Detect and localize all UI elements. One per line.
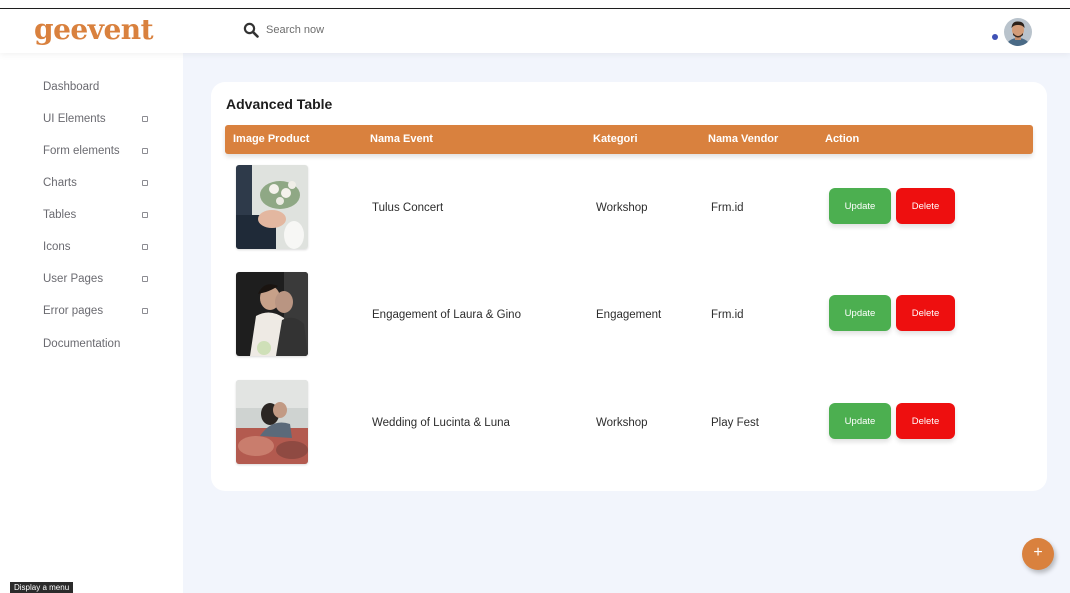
sidebar-item-icons[interactable]: Icons: [43, 237, 163, 257]
event-name: Tulus Concert: [372, 202, 444, 214]
sidebar-item-label: User Pages: [43, 273, 104, 285]
card-title: Advanced Table: [226, 96, 333, 112]
sidebar-item-form-elements[interactable]: Form elements: [43, 141, 163, 161]
sidebar-item-tables[interactable]: Tables: [43, 205, 163, 225]
sidebar-item-ui-elements[interactable]: UI Elements: [43, 109, 163, 129]
sidebar-item-documentation[interactable]: Documentation: [43, 334, 163, 354]
brand-logo[interactable]: geevent: [34, 15, 154, 45]
vendor-name: Frm.id: [711, 202, 744, 214]
column-header: Action: [825, 133, 860, 145]
sidebar-item-label: Dashboard: [43, 81, 100, 93]
expand-icon: [142, 244, 148, 250]
delete-button[interactable]: Delete: [896, 188, 955, 224]
vendor-name: Play Fest: [711, 417, 759, 429]
vendor-name: Frm.id: [711, 309, 744, 321]
update-button[interactable]: Update: [829, 188, 891, 224]
event-category: Workshop: [596, 202, 648, 214]
user-avatar[interactable]: [1004, 18, 1032, 46]
expand-icon: [142, 308, 148, 314]
table-row: Tulus Concert Workshop Frm.id Update Del…: [225, 165, 1033, 255]
top-navbar: geevent Search now: [0, 9, 1070, 53]
column-header: Nama Event: [370, 133, 433, 145]
event-name: Wedding of Lucinta & Luna: [372, 417, 510, 429]
sidebar-item-label: Icons: [43, 241, 71, 253]
sidebar-item-user-pages[interactable]: User Pages: [43, 269, 163, 289]
column-header: Kategori: [593, 133, 638, 145]
table-row: Engagement of Laura & Gino Engagement Fr…: [225, 272, 1033, 362]
sidebar-item-label: Documentation: [43, 338, 121, 350]
table-header: Image Product Nama Event Kategori Nama V…: [225, 125, 1033, 154]
expand-icon: [142, 180, 148, 186]
expand-icon: [142, 148, 148, 154]
update-button[interactable]: Update: [829, 295, 891, 331]
column-header: Image Product: [233, 133, 310, 145]
sidebar-item-charts[interactable]: Charts: [43, 173, 163, 193]
search-box[interactable]: Search now: [243, 22, 324, 38]
update-button[interactable]: Update: [829, 403, 891, 439]
search-icon[interactable]: [243, 22, 259, 38]
event-category: Engagement: [596, 309, 662, 321]
table-row: Wedding of Lucinta & Luna Workshop Play …: [225, 380, 1033, 470]
search-input[interactable]: Search now: [266, 24, 324, 36]
sidebar-item-error-pages[interactable]: Error pages: [43, 301, 163, 321]
plus-icon: +: [1033, 544, 1043, 561]
product-image: [236, 165, 308, 249]
advanced-table-card: Advanced Table Image Product Nama Event …: [211, 82, 1047, 491]
sidebar-item-label: Error pages: [43, 305, 104, 317]
delete-button[interactable]: Delete: [896, 403, 955, 439]
column-header: Nama Vendor: [708, 133, 779, 145]
delete-button[interactable]: Delete: [896, 295, 955, 331]
product-image: [236, 380, 308, 464]
sidebar-item-label: Charts: [43, 177, 77, 189]
event-name: Engagement of Laura & Gino: [372, 309, 521, 321]
add-fab-button[interactable]: +: [1022, 538, 1054, 570]
sidebar-item-label: Tables: [43, 209, 77, 221]
expand-icon: [142, 212, 148, 218]
sidebar-item-label: UI Elements: [43, 113, 106, 125]
menu-tooltip: Display a menu: [10, 582, 74, 593]
online-status-dot: [992, 34, 998, 40]
event-category: Workshop: [596, 417, 648, 429]
sidebar-item-label: Form elements: [43, 145, 120, 157]
sidebar: Dashboard UI Elements Form elements Char…: [0, 53, 183, 593]
product-image: [236, 272, 308, 356]
expand-icon: [142, 116, 148, 122]
expand-icon: [142, 276, 148, 282]
sidebar-item-dashboard[interactable]: Dashboard: [43, 77, 163, 97]
